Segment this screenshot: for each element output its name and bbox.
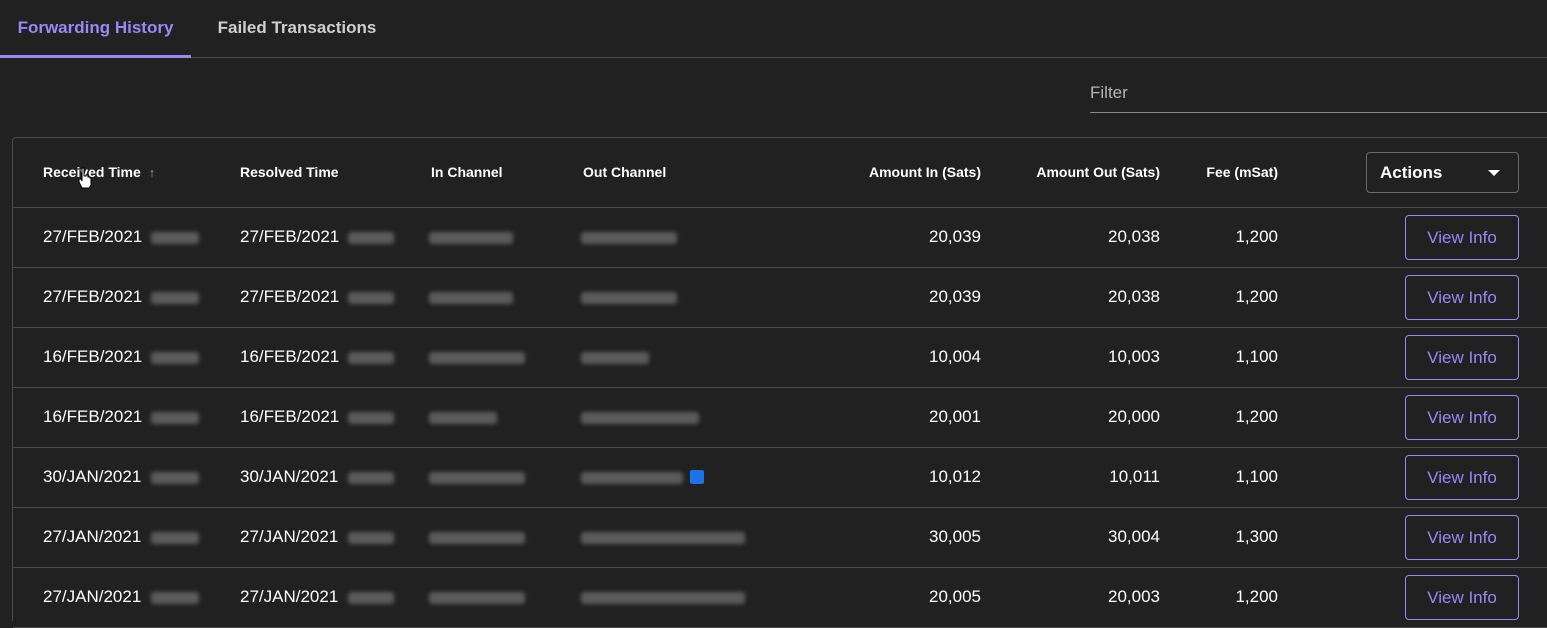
amount-out-cell: 20,038 [1108,227,1160,246]
redacted-in-channel [429,292,513,304]
tab-failed-transactions[interactable]: Failed Transactions [191,0,403,58]
column-header-in-channel[interactable]: In Channel [431,164,503,180]
column-header-out-channel[interactable]: Out Channel [583,164,666,180]
view-info-button[interactable]: View Info [1405,335,1519,380]
redacted-in-channel [429,472,525,484]
redacted-in-channel [429,232,513,244]
amount-out-cell: 20,003 [1108,587,1160,606]
table-row: 27/FEB/2021 27/FEB/2021 20,039 20,038 1,200 V… [13,268,1547,328]
fee-cell: 1,200 [1235,227,1278,246]
tab-forwarding-history[interactable]: Forwarding History [0,0,191,58]
table-row: 27/FEB/2021 27/FEB/2021 20,039 20,038 1,200 V… [13,208,1547,268]
redacted-in-channel [429,592,525,604]
table-row: 30/JAN/2021 30/JAN/2021 10,012 10,011 1,100 V… [13,448,1547,508]
forwarding-table: Received Time ↑ Resolved Time In Channel … [12,137,1547,628]
resolved-time-cell: 27/FEB/2021 [240,227,340,246]
resolved-time-cell: 27/JAN/2021 [240,587,339,606]
redacted-time [348,352,394,364]
redacted-in-channel [429,532,525,544]
table-row: 27/JAN/2021 27/JAN/2021 30,005 30,004 1,300 V… [13,508,1547,568]
fee-cell: 1,200 [1235,287,1278,306]
redacted-time [348,232,394,244]
redacted-time [151,472,199,484]
view-info-button[interactable]: View Info [1405,395,1519,440]
redacted-time [348,532,394,544]
filter-field [1090,76,1547,113]
redacted-in-channel [429,412,497,424]
redacted-time [151,532,199,544]
view-info-button[interactable]: View Info [1405,575,1519,620]
column-header-fee[interactable]: Fee (mSat) [1173,164,1278,180]
amount-out-cell: 20,000 [1108,407,1160,426]
redacted-out-channel [581,472,683,484]
actions-dropdown[interactable]: Actions [1366,152,1519,193]
received-time-cell: 27/FEB/2021 [43,287,143,306]
fee-cell: 1,200 [1235,587,1278,606]
redacted-time [151,412,199,424]
resolved-time-cell: 27/JAN/2021 [240,527,339,546]
received-time-cell: 27/FEB/2021 [43,227,143,246]
fee-cell: 1,100 [1235,347,1278,366]
redacted-in-channel [429,352,525,364]
amount-out-cell: 10,003 [1108,347,1160,366]
amount-in-cell: 20,001 [929,407,981,426]
redacted-time [151,232,199,244]
redacted-out-channel [581,292,677,304]
redacted-out-channel [581,412,699,424]
redacted-time [151,292,199,304]
actions-label: Actions [1380,163,1443,182]
fee-cell: 1,300 [1235,527,1278,546]
amount-in-cell: 30,005 [929,527,981,546]
redacted-out-channel [581,232,677,244]
table-header: Received Time ↑ Resolved Time In Channel … [13,138,1547,208]
fee-cell: 1,200 [1235,407,1278,426]
resolved-time-cell: 16/FEB/2021 [240,407,340,426]
column-header-resolved-time[interactable]: Resolved Time [240,164,339,180]
received-time-cell: 30/JAN/2021 [43,467,142,486]
amount-in-cell: 20,039 [929,287,981,306]
arrow-up-icon: ↑ [148,165,156,180]
received-time-cell: 16/FEB/2021 [43,347,143,366]
redacted-time [348,292,394,304]
amount-out-cell: 30,004 [1108,527,1160,546]
column-header-amount-out[interactable]: Amount Out (Sats) [993,164,1160,180]
amount-in-cell: 10,004 [929,347,981,366]
table-row: 27/JAN/2021 27/JAN/2021 20,005 20,003 1,200 V… [13,568,1547,628]
view-info-button[interactable]: View Info [1405,515,1519,560]
view-info-button[interactable]: View Info [1405,455,1519,500]
caret-down-icon [1488,170,1500,176]
resolved-time-cell: 27/FEB/2021 [240,287,340,306]
redacted-time [348,592,394,604]
redacted-time [151,352,199,364]
redacted-out-channel [581,592,745,604]
tab-bar: Forwarding History Failed Transactions [0,0,1547,58]
view-info-button[interactable]: View Info [1405,275,1519,320]
table-row: 16/FEB/2021 16/FEB/2021 10,004 10,003 1,100 V… [13,328,1547,388]
resolved-time-cell: 16/FEB/2021 [240,347,340,366]
amount-out-cell: 10,011 [1109,467,1160,486]
table-row: 16/FEB/2021 16/FEB/2021 20,001 20,000 1,200 V… [13,388,1547,448]
redacted-time [348,412,394,424]
redacted-out-channel [581,352,649,364]
resolved-time-cell: 30/JAN/2021 [240,467,339,486]
filter-input[interactable] [1090,76,1547,110]
hand-pointer-icon [78,167,92,189]
amount-in-cell: 20,039 [929,227,981,246]
fee-cell: 1,100 [1235,467,1278,486]
amount-out-cell: 20,038 [1108,287,1160,306]
received-time-cell: 16/FEB/2021 [43,407,143,426]
redacted-time [151,592,199,604]
column-header-amount-in[interactable]: Amount In (Sats) [813,164,981,180]
channel-color-icon [690,470,704,484]
view-info-button[interactable]: View Info [1405,215,1519,260]
received-time-cell: 27/JAN/2021 [43,587,142,606]
amount-in-cell: 20,005 [929,587,981,606]
column-header-received-time[interactable]: Received Time ↑ [43,164,155,180]
received-time-cell: 27/JAN/2021 [43,527,142,546]
redacted-time [348,472,394,484]
amount-in-cell: 10,012 [929,467,981,486]
redacted-out-channel [581,532,745,544]
